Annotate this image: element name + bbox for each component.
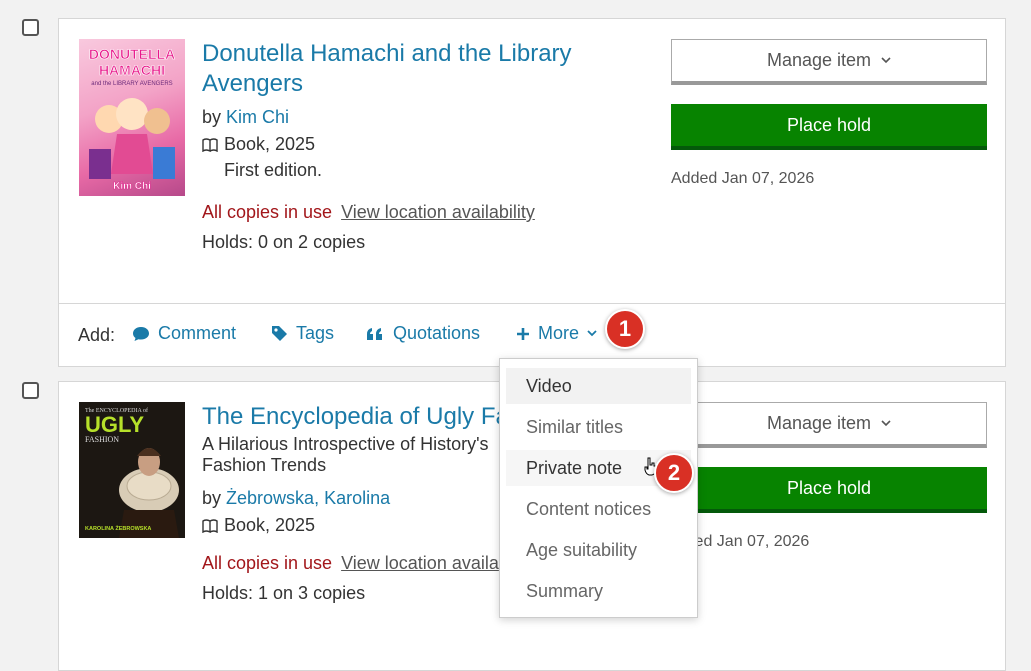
- item-author-line: by Kim Chi: [202, 107, 290, 127]
- select-item-checkbox[interactable]: [22, 382, 39, 399]
- menu-item-content-notices[interactable]: Content notices: [506, 491, 691, 527]
- book-icon: [202, 519, 218, 533]
- step-badge: 1: [605, 309, 645, 349]
- svg-text:KAROLINA ŻEBROWSKA: KAROLINA ŻEBROWSKA: [85, 525, 151, 532]
- availability-status: All copies in use: [202, 553, 333, 573]
- menu-item-video[interactable]: Video: [506, 368, 691, 404]
- item-holds: Holds: 0 on 2 copies: [202, 232, 366, 252]
- item-format: Book, 2025: [202, 515, 315, 536]
- availability-status: All copies in use: [202, 202, 333, 222]
- item-author-line: by Żebrowska, Karolina: [202, 488, 391, 508]
- chevron-down-icon: [881, 57, 891, 64]
- view-location-availability-link[interactable]: View location availability: [341, 202, 535, 222]
- item-status-line: All copies in use View location availabi…: [202, 202, 535, 223]
- cover-art: DONUTELLA HAMACHI and the LIBRARY AVENGE…: [89, 46, 176, 193]
- item-format: Book, 2025: [202, 134, 315, 155]
- menu-item-similar-titles[interactable]: Similar titles: [506, 409, 691, 445]
- place-hold-button[interactable]: Place hold: [671, 467, 987, 513]
- manage-item-button[interactable]: Manage item: [671, 39, 987, 85]
- comment-icon: [133, 326, 149, 341]
- item-title[interactable]: The Encyclopedia of Ugly Fas: [202, 402, 521, 432]
- book-cover[interactable]: The ENCYCLOPEDIA of UGLY FASHION KAROLIN…: [79, 402, 185, 538]
- view-location-availability-link[interactable]: View location availa: [341, 553, 499, 573]
- item-holds: Holds: 1 on 3 copies: [202, 583, 366, 603]
- book-cover[interactable]: DONUTELLA HAMACHI and the LIBRARY AVENGE…: [79, 39, 185, 196]
- item-status-line: All copies in use View location availa: [202, 553, 499, 574]
- book-icon: [202, 138, 218, 152]
- chevron-down-icon: [587, 330, 597, 337]
- select-item-checkbox[interactable]: [22, 19, 39, 36]
- author-link[interactable]: Kim Chi: [226, 107, 289, 127]
- svg-text:DONUTELLA: DONUTELLA: [89, 46, 175, 62]
- svg-text:Kim Chi: Kim Chi: [113, 181, 151, 192]
- add-label: Add:: [78, 325, 116, 345]
- svg-text:FASHION: FASHION: [85, 435, 119, 444]
- manage-item-button[interactable]: Manage item: [671, 402, 987, 448]
- quote-icon: [367, 327, 382, 340]
- chevron-down-icon: [881, 420, 891, 427]
- place-hold-button[interactable]: Place hold: [671, 104, 987, 150]
- add-tags-button[interactable]: Tags: [271, 323, 334, 344]
- svg-text:HAMACHI: HAMACHI: [99, 62, 165, 78]
- author-link[interactable]: Żebrowska, Karolina: [226, 488, 390, 508]
- item-subtitle: A Hilarious Introspective of History's F…: [202, 434, 489, 475]
- item-title[interactable]: Donutella Hamachi and the Library Avenge…: [202, 39, 572, 99]
- menu-item-age-suitability[interactable]: Age suitability: [506, 532, 691, 568]
- item-card: DONUTELLA HAMACHI and the LIBRARY AVENGE…: [58, 18, 1006, 367]
- svg-text:UGLY: UGLY: [85, 412, 144, 437]
- step-badge: 2: [654, 453, 694, 493]
- add-quotations-button[interactable]: Quotations: [365, 323, 480, 344]
- menu-item-summary[interactable]: Summary: [506, 573, 691, 609]
- svg-text:and the LIBRARY AVENGERS: and the LIBRARY AVENGERS: [91, 81, 172, 87]
- added-date: Added Jan 07, 2026: [671, 170, 815, 187]
- add-comment-button[interactable]: Comment: [132, 323, 236, 344]
- tag-icon: [272, 326, 287, 341]
- plus-icon: [517, 327, 529, 340]
- cover-art: The ENCYCLOPEDIA of UGLY FASHION KAROLIN…: [85, 407, 179, 538]
- added-date: led Jan 07, 2026: [691, 533, 810, 550]
- add-more-button[interactable]: More: [516, 323, 597, 344]
- item-edition: First edition.: [224, 160, 323, 180]
